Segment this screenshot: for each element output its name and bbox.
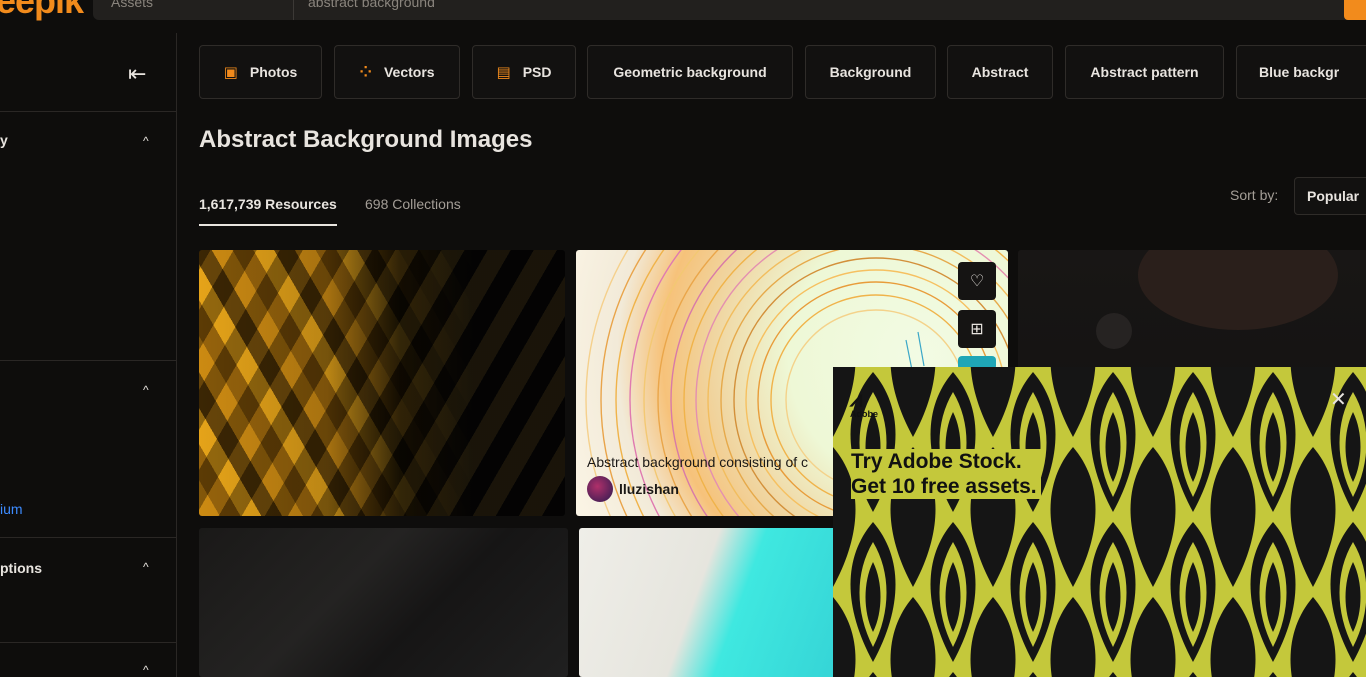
search-input[interactable]: abstract background (308, 0, 435, 10)
circle-shape (1096, 313, 1132, 349)
image-caption: Abstract background consisting of c (587, 454, 809, 470)
sidebar-section-2: ^ ium (0, 360, 177, 538)
search-divider (293, 0, 294, 20)
chevron-up-icon[interactable]: ^ (143, 560, 149, 574)
adobe-wordmark: Adobe (850, 409, 878, 419)
image-card-dark-gradient[interactable] (199, 528, 568, 677)
active-tab-indicator (199, 224, 337, 226)
wave-shape (1138, 250, 1338, 330)
chip-photos[interactable]: ▣ Photos (199, 45, 322, 99)
sidebar-section-4: ^ (0, 642, 177, 677)
photo-icon: ▣ (223, 64, 238, 81)
ad-headline-line1: Try Adobe Stock. (851, 450, 1022, 473)
author-avatar (587, 476, 613, 502)
like-button[interactable]: ♡ (958, 262, 996, 300)
ad-headline-line2: Get 10 free assets. (851, 475, 1037, 498)
image-card-turquoise-paint[interactable] (579, 528, 839, 677)
sort-label: Sort by: (1230, 187, 1279, 203)
adobe-logo: ⩘ Adobe (850, 386, 878, 420)
search-category-select[interactable]: Assets (111, 0, 153, 10)
psd-icon: ▤ (496, 64, 511, 81)
sidebar-section-label: y (0, 132, 8, 148)
author-name: lluzishan (619, 481, 679, 497)
freepik-logo[interactable]: eepik (0, 0, 84, 22)
vector-icon: ⁘ (359, 64, 372, 81)
tab-resources[interactable]: 1,617,739 Resources (199, 196, 337, 212)
chip-background[interactable]: Background (805, 45, 936, 99)
chip-label: Background (829, 64, 912, 80)
image-card-golden-triangles[interactable] (199, 250, 565, 516)
chip-blue-background[interactable]: Blue backgr (1236, 45, 1366, 99)
tab-collections[interactable]: 698 Collections (365, 196, 461, 212)
sidebar-section-3: ptions ^ (0, 537, 177, 643)
leaf-pattern (833, 367, 1366, 677)
save-to-collection-button[interactable]: ⊞ (958, 310, 996, 348)
adobe-mark-icon: ⩘ (850, 386, 863, 411)
page-title: Abstract Background Images (199, 126, 533, 153)
chip-label: Geometric background (613, 64, 767, 80)
chip-label: PSD (522, 64, 552, 80)
chip-psd[interactable]: ▤ PSD (472, 45, 576, 99)
sidebar-section-label: ptions (0, 560, 42, 576)
sidebar-section-1: y ^ (0, 111, 177, 361)
author-link[interactable]: lluzishan (587, 476, 679, 502)
heart-icon: ♡ (969, 273, 985, 290)
filter-chips: ▣ Photos ⁘ Vectors ▤ PSD Geometric backg… (199, 45, 1366, 99)
chevron-up-icon[interactable]: ^ (143, 663, 149, 677)
chevron-up-icon[interactable]: ^ (143, 134, 149, 148)
premium-link[interactable]: ium (0, 501, 23, 517)
chip-label: Abstract (971, 64, 1029, 80)
adobe-stock-ad[interactable]: ⩘ Adobe Try Adobe Stock. Get 10 free ass… (833, 367, 1366, 677)
chevron-up-icon[interactable]: ^ (143, 383, 149, 397)
chip-label: Vectors (383, 64, 435, 80)
chip-abstract-pattern[interactable]: Abstract pattern (1065, 45, 1224, 99)
ad-headline: Try Adobe Stock. Get 10 free assets. (851, 449, 1041, 499)
chip-geometric-background[interactable]: Geometric background (587, 45, 793, 99)
chip-label: Abstract pattern (1090, 64, 1199, 80)
collapse-left-icon[interactable]: ⇤ (128, 61, 146, 87)
search-button[interactable] (1344, 0, 1366, 20)
chip-label: Photos (249, 64, 298, 80)
close-icon[interactable]: ✕ (1330, 387, 1347, 412)
folder-plus-icon: ⊞ (970, 321, 984, 338)
chip-abstract[interactable]: Abstract (947, 45, 1053, 99)
chip-label: Blue backgr (1259, 64, 1340, 80)
chip-vectors[interactable]: ⁘ Vectors (334, 45, 460, 99)
top-bar: eepik Assets abstract background (0, 0, 1366, 28)
sort-select[interactable]: Popular (1294, 177, 1366, 215)
filters-sidebar: ⇤ y ^ ^ ium ptions ^ ^ (0, 33, 177, 677)
search-bar[interactable]: Assets abstract background (93, 0, 1363, 20)
